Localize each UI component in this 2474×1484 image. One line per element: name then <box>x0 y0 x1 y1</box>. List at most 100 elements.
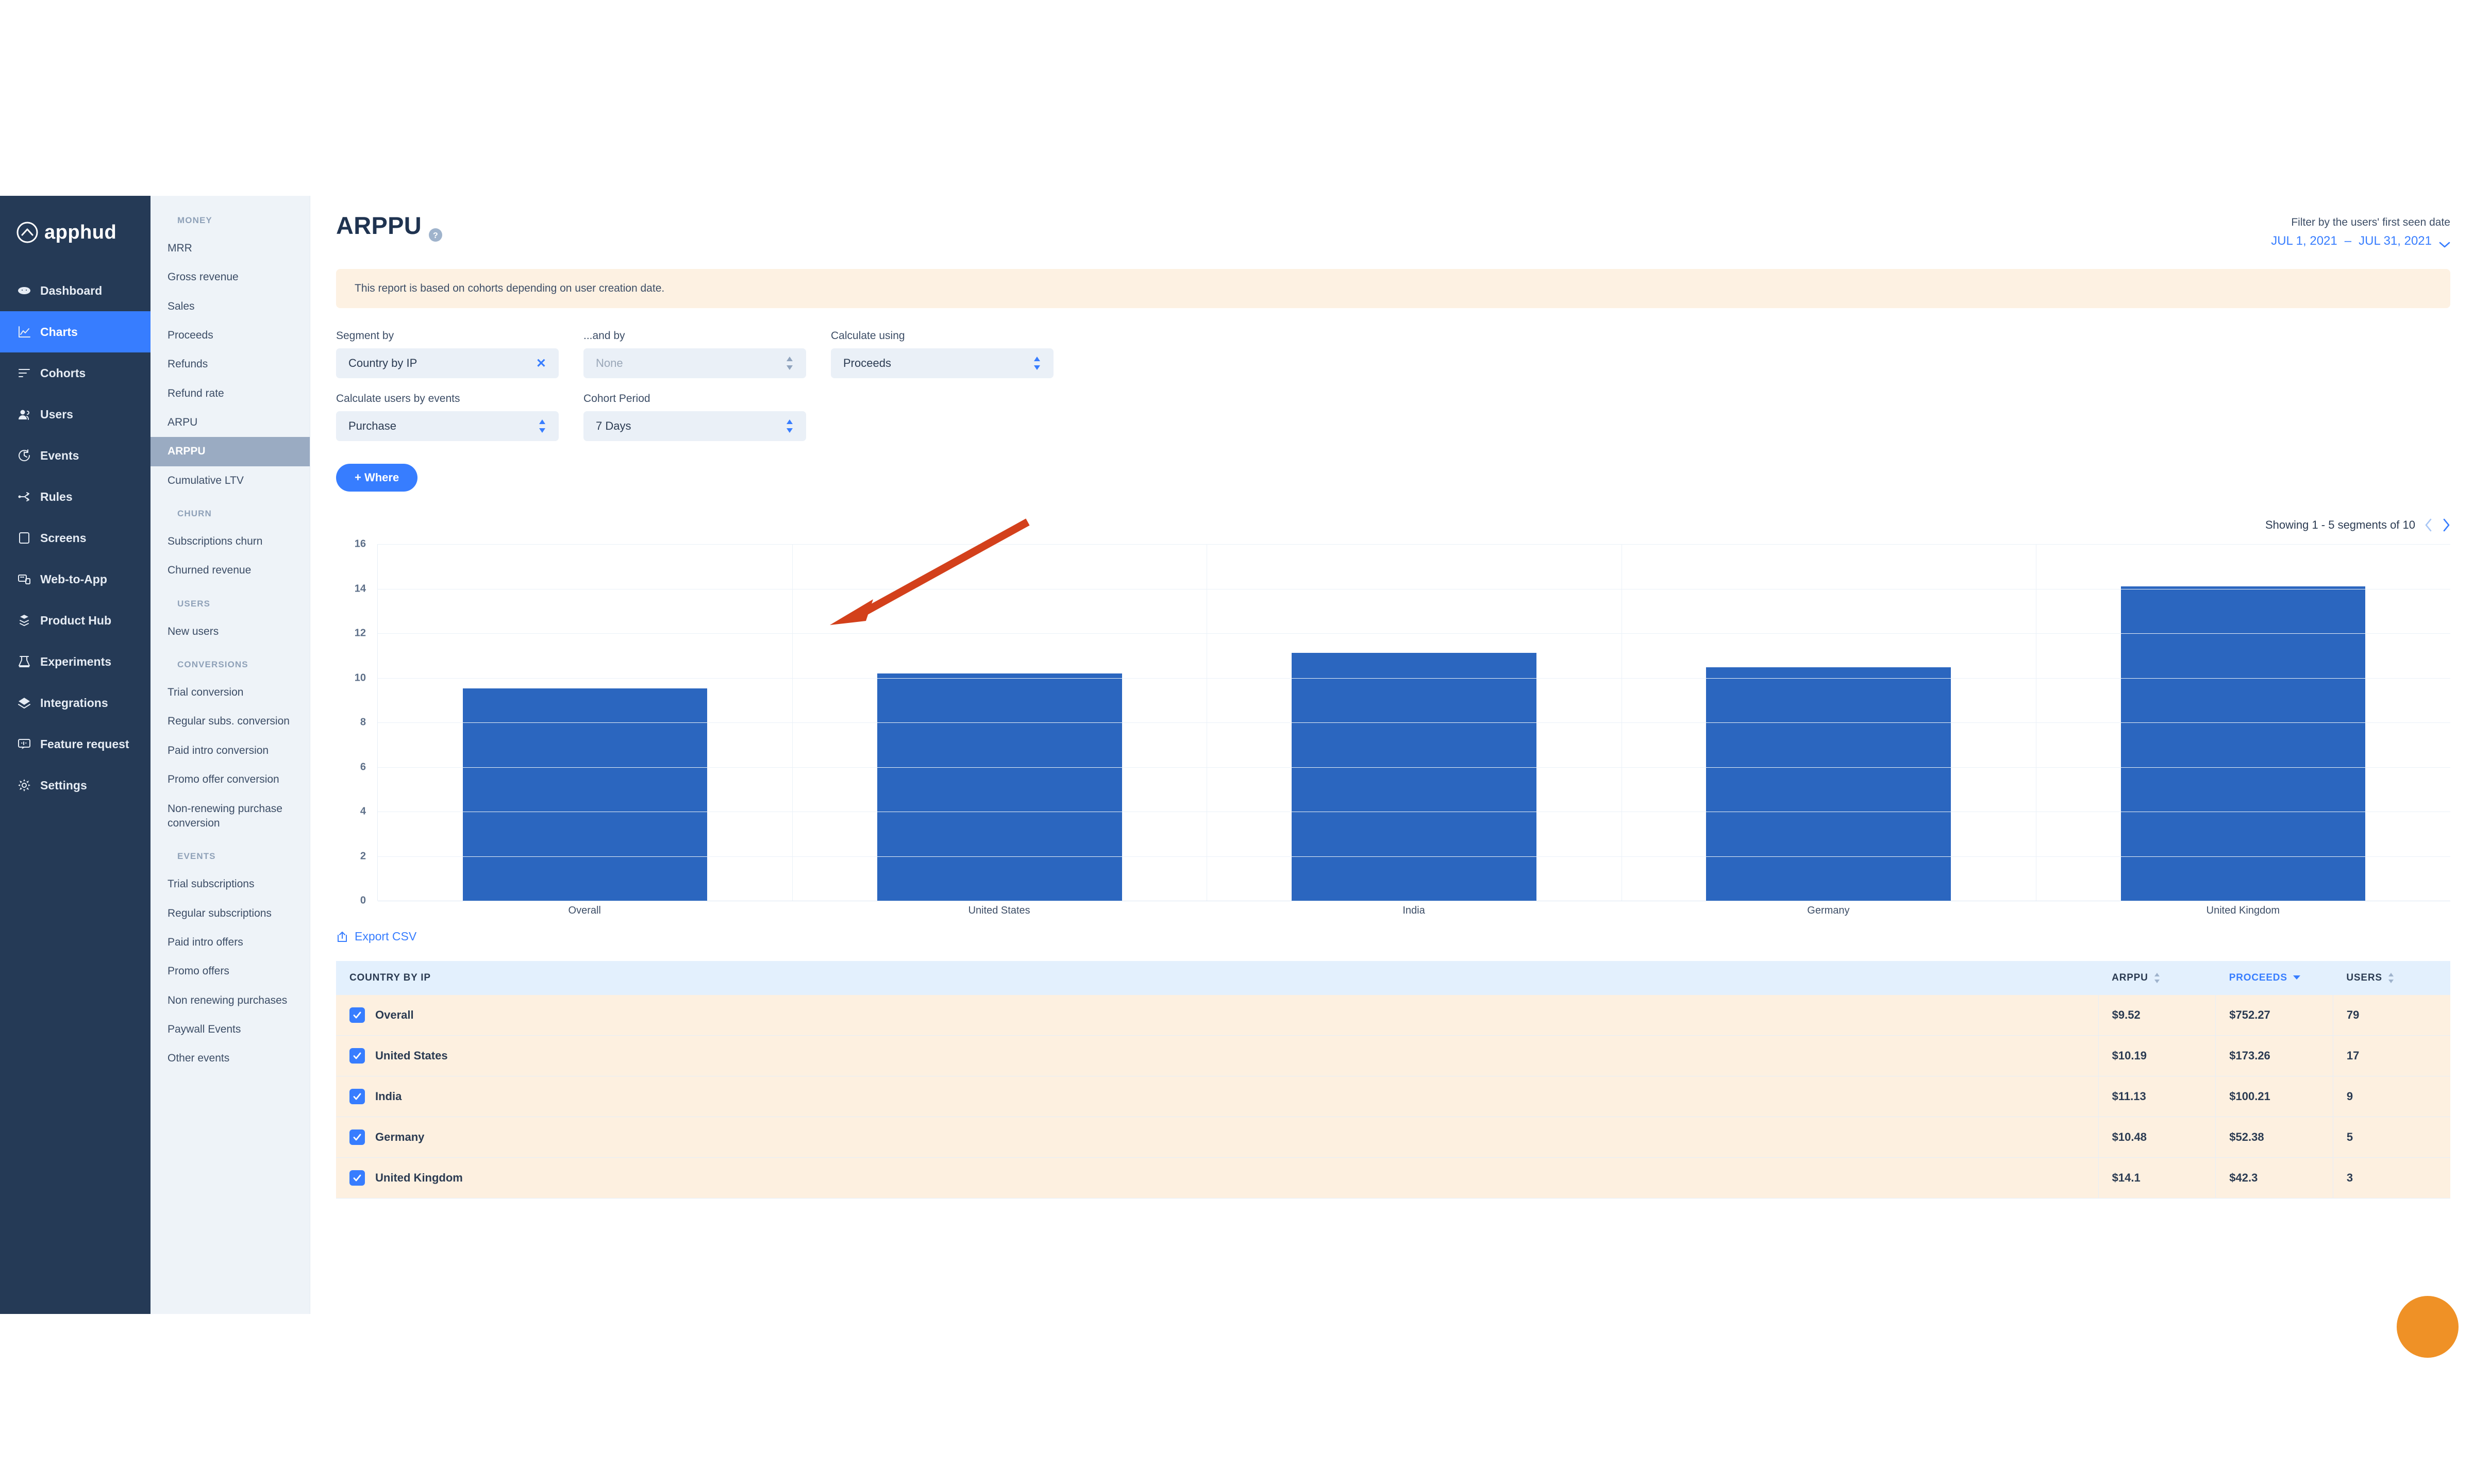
subnav-item-regular-subscriptions[interactable]: Regular subscriptions <box>151 899 310 928</box>
calculate-using-select[interactable]: Proceeds <box>831 348 1054 378</box>
sort-icon[interactable] <box>2153 972 2161 984</box>
sidebar-item-settings[interactable]: Settings <box>0 765 151 806</box>
export-csv-button[interactable]: Export CSV <box>336 930 416 943</box>
segment-by-select[interactable]: Country by IP ✕ <box>336 348 559 378</box>
app-window: apphud Dashboard Charts Cohorts Users Events… <box>0 196 2474 1314</box>
row-checkbox[interactable] <box>349 1007 365 1023</box>
subnav-item-mrr[interactable]: MRR <box>151 234 310 263</box>
sidebar-item-charts[interactable]: Charts <box>0 311 151 352</box>
subnav-item-proceeds[interactable]: Proceeds <box>151 321 310 350</box>
subnav-item-new-users[interactable]: New users <box>151 617 310 646</box>
subnav-item-paid-intro-offers[interactable]: Paid intro offers <box>151 928 310 957</box>
support-chat-bubble[interactable] <box>2397 1296 2459 1358</box>
sort-icon[interactable] <box>2387 972 2395 984</box>
brand-logo[interactable]: apphud <box>0 214 151 250</box>
and-by-select[interactable]: None <box>583 348 806 378</box>
sidebar-item-cohorts[interactable]: Cohorts <box>0 352 151 394</box>
table-row: India $11.13 $100.21 9 <box>336 1076 2450 1117</box>
integrations-icon <box>17 696 31 710</box>
column-header-users[interactable]: USERS <box>2333 960 2450 995</box>
subnav-item-arppu[interactable]: ARPPU <box>151 437 310 466</box>
sidebar-item-label: Experiments <box>40 654 112 668</box>
subnav-item-trial-conversion[interactable]: Trial conversion <box>151 678 310 707</box>
bar-india[interactable] <box>1292 652 1536 901</box>
cohort-period-select[interactable]: 7 Days <box>583 411 806 441</box>
calculate-using-label: Calculate using <box>831 330 905 342</box>
chart-pagination-bar: Showing 1 - 5 segments of 10 <box>336 518 2450 532</box>
calculate-using-value: Proceeds <box>843 357 891 369</box>
bar-germany[interactable] <box>1706 667 1951 901</box>
subnav-item-sales[interactable]: Sales <box>151 292 310 321</box>
y-tick-label: 2 <box>360 850 366 862</box>
sidebar-item-rules[interactable]: Rules <box>0 476 151 517</box>
sidebar-item-experiments[interactable]: Experiments <box>0 641 151 682</box>
subnav-group-money: MONEY <box>177 215 212 225</box>
subnav-item-paywall-events[interactable]: Paywall Events <box>151 1015 310 1044</box>
y-tick-label: 12 <box>354 627 366 639</box>
subnav-item-regular-subs-conversion[interactable]: Regular subs. conversion <box>151 707 310 736</box>
subnav-item-refund-rate[interactable]: Refund rate <box>151 379 310 408</box>
cell-name: India <box>336 1076 2099 1117</box>
cell-proceeds: $52.38 <box>2215 1117 2333 1158</box>
cell-arppu: $10.19 <box>2098 1035 2216 1076</box>
screens-icon <box>17 531 31 545</box>
row-checkbox[interactable] <box>349 1088 365 1104</box>
table-head: COUNTRY BY IP ARPPU PROCEEDS USERS <box>336 960 2450 995</box>
date-range-picker[interactable]: JUL 1, 2021 – JUL 31, 2021 <box>2271 234 2450 248</box>
segment-by-value: Country by IP <box>348 357 417 369</box>
sidebar-item-events[interactable]: Events <box>0 435 151 476</box>
row-checkbox[interactable] <box>349 1170 365 1186</box>
sidebar-item-dashboard[interactable]: Dashboard <box>0 270 151 311</box>
subnav-item-non-renewing-purchases[interactable]: Non renewing purchases <box>151 986 310 1015</box>
sidebar-item-label: Product Hub <box>40 613 111 627</box>
subnav-item-refunds[interactable]: Refunds <box>151 350 310 379</box>
row-name-label: United Kingdom <box>375 1171 463 1184</box>
sidebar-item-label: Screens <box>40 531 87 545</box>
bar-united-states[interactable] <box>877 673 1122 901</box>
segments-count-label: Showing 1 - 5 segments of 10 <box>2265 518 2415 531</box>
stepper-icon <box>785 418 794 434</box>
column-header-arppu[interactable]: ARPPU <box>2098 960 2216 995</box>
calculate-users-by-events-select[interactable]: Purchase <box>336 411 559 441</box>
sidebar-item-feature-request[interactable]: Feature request <box>0 723 151 765</box>
subnav-group-users: USERS <box>177 598 211 609</box>
clear-icon[interactable]: ✕ <box>536 356 546 371</box>
subnav-item-non-renewing-purchase-conversion[interactable]: Non-renewing purchase conversion <box>151 795 310 838</box>
chevron-right-icon[interactable] <box>2442 518 2450 532</box>
row-checkbox[interactable] <box>349 1129 365 1145</box>
chevron-left-icon[interactable] <box>2425 518 2433 532</box>
row-checkbox[interactable] <box>349 1048 365 1064</box>
sidebar-item-screens[interactable]: Screens <box>0 517 151 559</box>
subnav-item-paid-intro-conversion[interactable]: Paid intro conversion <box>151 736 310 765</box>
sidebar-item-web-to-app[interactable]: Web-to-App <box>0 559 151 600</box>
sidebar-item-label: Integrations <box>40 696 108 710</box>
y-tick-label: 8 <box>360 716 366 728</box>
sidebar-nav: Dashboard Charts Cohorts Users Events Rules Sc… <box>0 270 151 806</box>
subnav-item-subscriptions-churn[interactable]: Subscriptions churn <box>151 527 310 556</box>
sidebar-item-users[interactable]: Users <box>0 394 151 435</box>
gridline <box>378 544 2450 545</box>
cohorts-icon <box>17 366 31 380</box>
subnav-item-churned-revenue[interactable]: Churned revenue <box>151 556 310 585</box>
filter-controls: Segment by Country by IP ✕ ...and by Non… <box>336 330 2450 492</box>
bar-overall[interactable] <box>462 688 708 901</box>
add-where-button[interactable]: + Where <box>336 464 418 492</box>
subnav-item-cumulative-ltv[interactable]: Cumulative LTV <box>151 466 310 495</box>
subnav-item-other-events[interactable]: Other events <box>151 1044 310 1073</box>
gridline <box>378 767 2450 768</box>
sidebar-item-integrations[interactable]: Integrations <box>0 682 151 723</box>
cell-name: United States <box>336 1035 2099 1076</box>
x-axis-label: United Kingdom <box>2206 905 2280 916</box>
sort-desc-icon[interactable] <box>2293 975 2301 980</box>
y-axis: 16 14 12 10 8 6 4 2 0 <box>336 538 372 906</box>
help-icon[interactable]: ? <box>429 219 443 242</box>
column-header-proceeds[interactable]: PROCEEDS <box>2215 960 2333 995</box>
subnav-item-promo-offer-conversion[interactable]: Promo offer conversion <box>151 765 310 794</box>
subnav-item-promo-offers[interactable]: Promo offers <box>151 957 310 986</box>
charts-icon <box>17 325 31 339</box>
table-body: Overall $9.52 $752.27 79 United States $10.19… <box>336 994 2450 1199</box>
subnav-item-arpu[interactable]: ARPU <box>151 408 310 437</box>
sidebar-item-product-hub[interactable]: Product Hub <box>0 600 151 641</box>
subnav-item-trial-subscriptions[interactable]: Trial subscriptions <box>151 870 310 899</box>
subnav-item-gross-revenue[interactable]: Gross revenue <box>151 263 310 292</box>
